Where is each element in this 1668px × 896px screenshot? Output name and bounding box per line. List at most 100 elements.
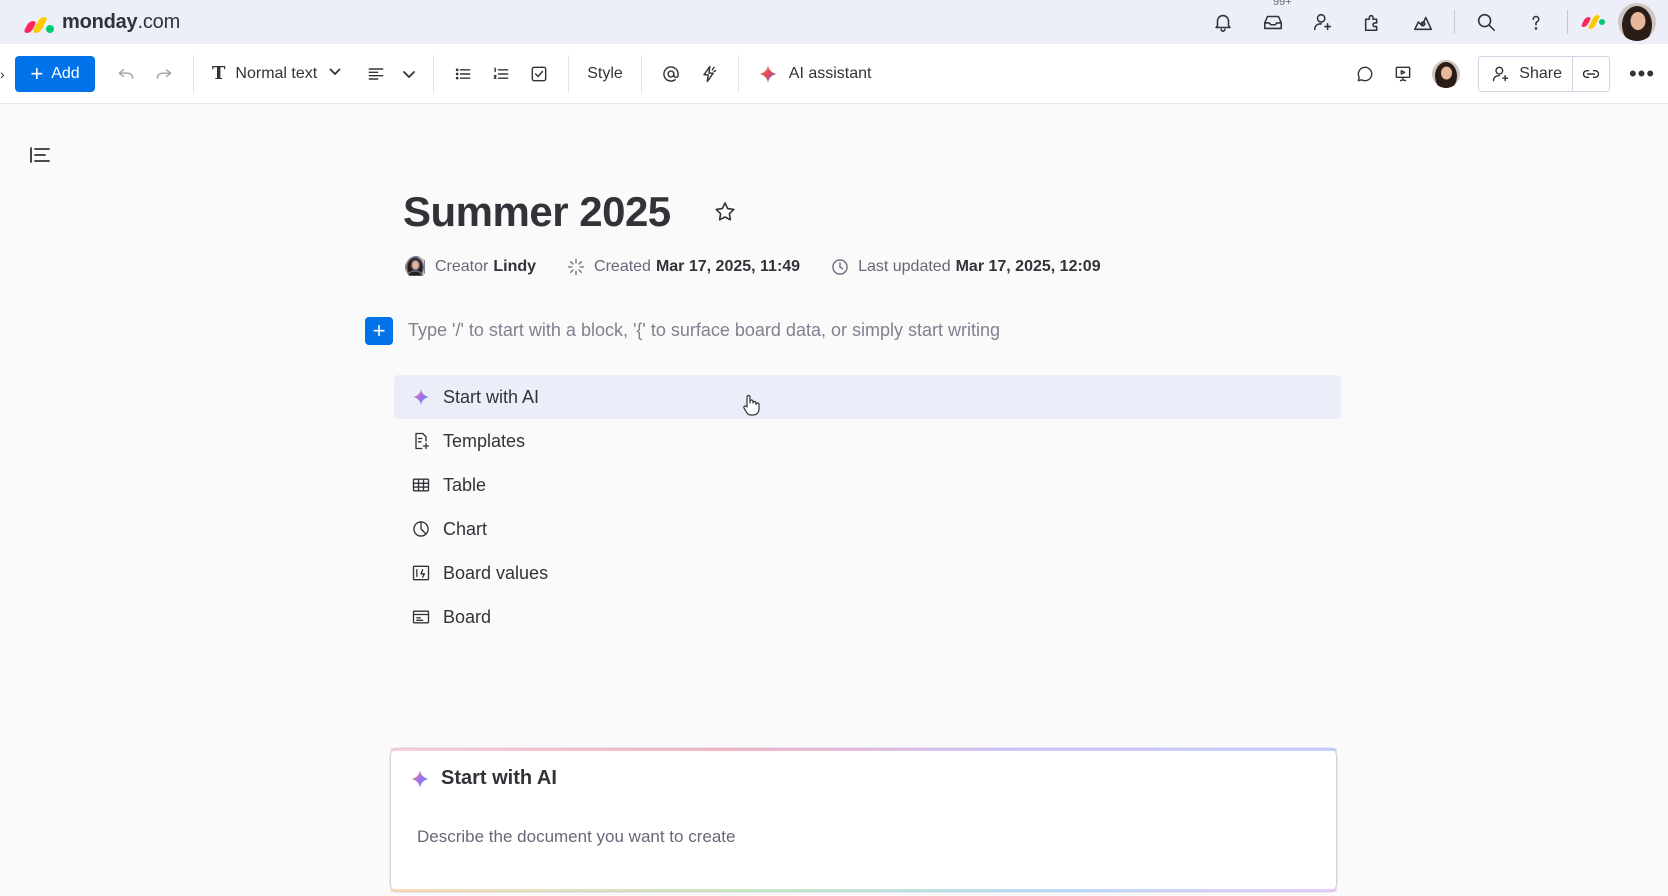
page-title[interactable]: Summer 2025 — [403, 188, 671, 236]
ai-panel-header: Start with AI — [409, 767, 557, 790]
bullet-list-icon — [455, 67, 471, 80]
doc-toolbar: › + Add T Normal text Style AI assistant… — [0, 44, 1668, 104]
chevron-down-icon — [403, 70, 416, 78]
menu-item-label: Table — [443, 474, 487, 495]
search-button[interactable] — [1461, 0, 1511, 44]
menu-item-label: Board — [443, 606, 492, 627]
monday-logo[interactable]: monday.com — [22, 11, 180, 34]
clock-icon — [832, 259, 848, 275]
updated-text: Last updated Mar 17, 2025, 12:09 — [858, 258, 1101, 275]
divider — [737, 54, 739, 93]
menu-item-label: Board values — [443, 562, 549, 583]
style-button[interactable]: Style — [579, 65, 631, 83]
search-icon — [1477, 13, 1496, 32]
inbox-button[interactable]: 99+ — [1248, 0, 1298, 44]
add-button[interactable]: + Add — [15, 55, 95, 92]
avatar-image — [1432, 60, 1461, 88]
favorite-button[interactable] — [713, 200, 737, 229]
collaborator-avatar[interactable] — [1432, 60, 1461, 88]
copy-link-button[interactable] — [1573, 57, 1609, 91]
numbered-list-button[interactable] — [482, 56, 520, 92]
outline-toggle-button[interactable] — [29, 145, 51, 170]
ai-assistant-label: AI assistant — [788, 64, 872, 82]
lightning-icon — [703, 65, 717, 82]
block-menu-item-table[interactable]: Table — [394, 463, 1341, 507]
block-menu-item-chart[interactable]: Chart — [394, 507, 1341, 551]
invite-members-icon — [1313, 13, 1332, 31]
align-left-icon — [368, 67, 384, 80]
outline-icon — [30, 147, 50, 163]
block-menu-item-start-with-ai[interactable]: Start with AI — [394, 375, 1341, 419]
editor-placeholder[interactable]: Type '/' to start with a block, '{' to s… — [408, 320, 1000, 341]
notifications-button[interactable] — [1198, 0, 1248, 44]
loading-spinner-icon — [567, 258, 585, 276]
divider — [1454, 10, 1455, 34]
ai-assistant-button[interactable]: AI assistant — [749, 63, 880, 85]
redo-button[interactable] — [145, 56, 183, 92]
more-options-button[interactable]: ••• — [1624, 61, 1660, 87]
ai-prompt-input[interactable]: Describe the document you want to create — [417, 827, 735, 847]
divider — [568, 54, 570, 93]
invite-members-button[interactable] — [1298, 0, 1348, 44]
divider — [193, 54, 194, 93]
share-button[interactable]: Share — [1479, 57, 1573, 91]
menu-item-label: Templates — [443, 430, 526, 451]
plus-icon: + — [30, 60, 44, 86]
inbox-icon — [1263, 15, 1283, 30]
user-avatar[interactable] — [1618, 3, 1656, 41]
templates-icon — [1413, 16, 1433, 31]
creator-info: Creator Lindy — [405, 256, 536, 278]
templates-doc-icon — [415, 432, 430, 450]
product-switcher[interactable] — [1574, 15, 1614, 29]
sparkle-icon — [759, 64, 777, 83]
text-style-dropdown[interactable]: T Normal text — [204, 63, 351, 84]
menu-item-label: Start with AI — [443, 386, 540, 407]
help-button[interactable] — [1511, 0, 1561, 44]
doc-metadata: Creator Lindy Created Mar 17, 2025, 11:49 … — [405, 256, 1131, 278]
created-text: Created Mar 17, 2025, 11:49 — [594, 258, 801, 275]
text-style-icon: T — [212, 63, 226, 84]
more-icon: ••• — [1628, 61, 1656, 86]
checkbox-icon — [531, 66, 547, 81]
bell-icon — [1215, 14, 1231, 32]
align-button[interactable] — [357, 56, 395, 92]
checklist-button[interactable] — [520, 56, 558, 92]
star-icon — [715, 202, 735, 221]
undo-icon — [118, 68, 134, 79]
undo-button[interactable] — [107, 56, 145, 92]
bulleted-list-button[interactable] — [444, 56, 482, 92]
sparkle-icon — [413, 388, 429, 406]
apps-button[interactable] — [1348, 0, 1398, 44]
text-style-label: Normal text — [235, 64, 318, 82]
chevron-down-icon — [327, 63, 343, 84]
add-block-button[interactable]: + — [365, 317, 393, 345]
numbered-list-icon — [493, 66, 509, 79]
comment-icon — [1357, 66, 1373, 82]
updated-info: Last updated Mar 17, 2025, 12:09 — [830, 257, 1101, 277]
top-bar-actions: 99+ — [1198, 0, 1668, 44]
toolbar-right: Share ••• — [1346, 44, 1668, 104]
table-icon — [412, 478, 430, 492]
redo-icon — [156, 68, 172, 79]
menu-item-label: Chart — [443, 518, 488, 539]
chart-icon — [413, 521, 429, 537]
chevron-right-icon[interactable]: › — [0, 66, 5, 82]
add-person-icon — [1493, 66, 1509, 82]
align-dropdown[interactable] — [395, 56, 423, 92]
divider — [433, 54, 435, 93]
templates-center-button[interactable] — [1398, 0, 1448, 44]
monday-logo-mark — [22, 11, 54, 33]
creator-avatar[interactable] — [405, 256, 427, 278]
board-icon — [412, 610, 430, 624]
block-menu-item-board-values[interactable]: Board values — [394, 551, 1341, 595]
automation-button[interactable] — [690, 56, 728, 92]
comments-button[interactable] — [1346, 56, 1384, 92]
divider — [1567, 10, 1568, 34]
share-label: Share — [1519, 65, 1562, 82]
help-icon — [1532, 15, 1540, 30]
block-menu-item-board[interactable]: Board — [394, 595, 1341, 639]
block-menu-item-templates[interactable]: Templates — [394, 419, 1341, 463]
mention-button[interactable] — [652, 56, 690, 92]
present-button[interactable] — [1384, 56, 1422, 92]
presentation-icon — [1395, 66, 1411, 82]
